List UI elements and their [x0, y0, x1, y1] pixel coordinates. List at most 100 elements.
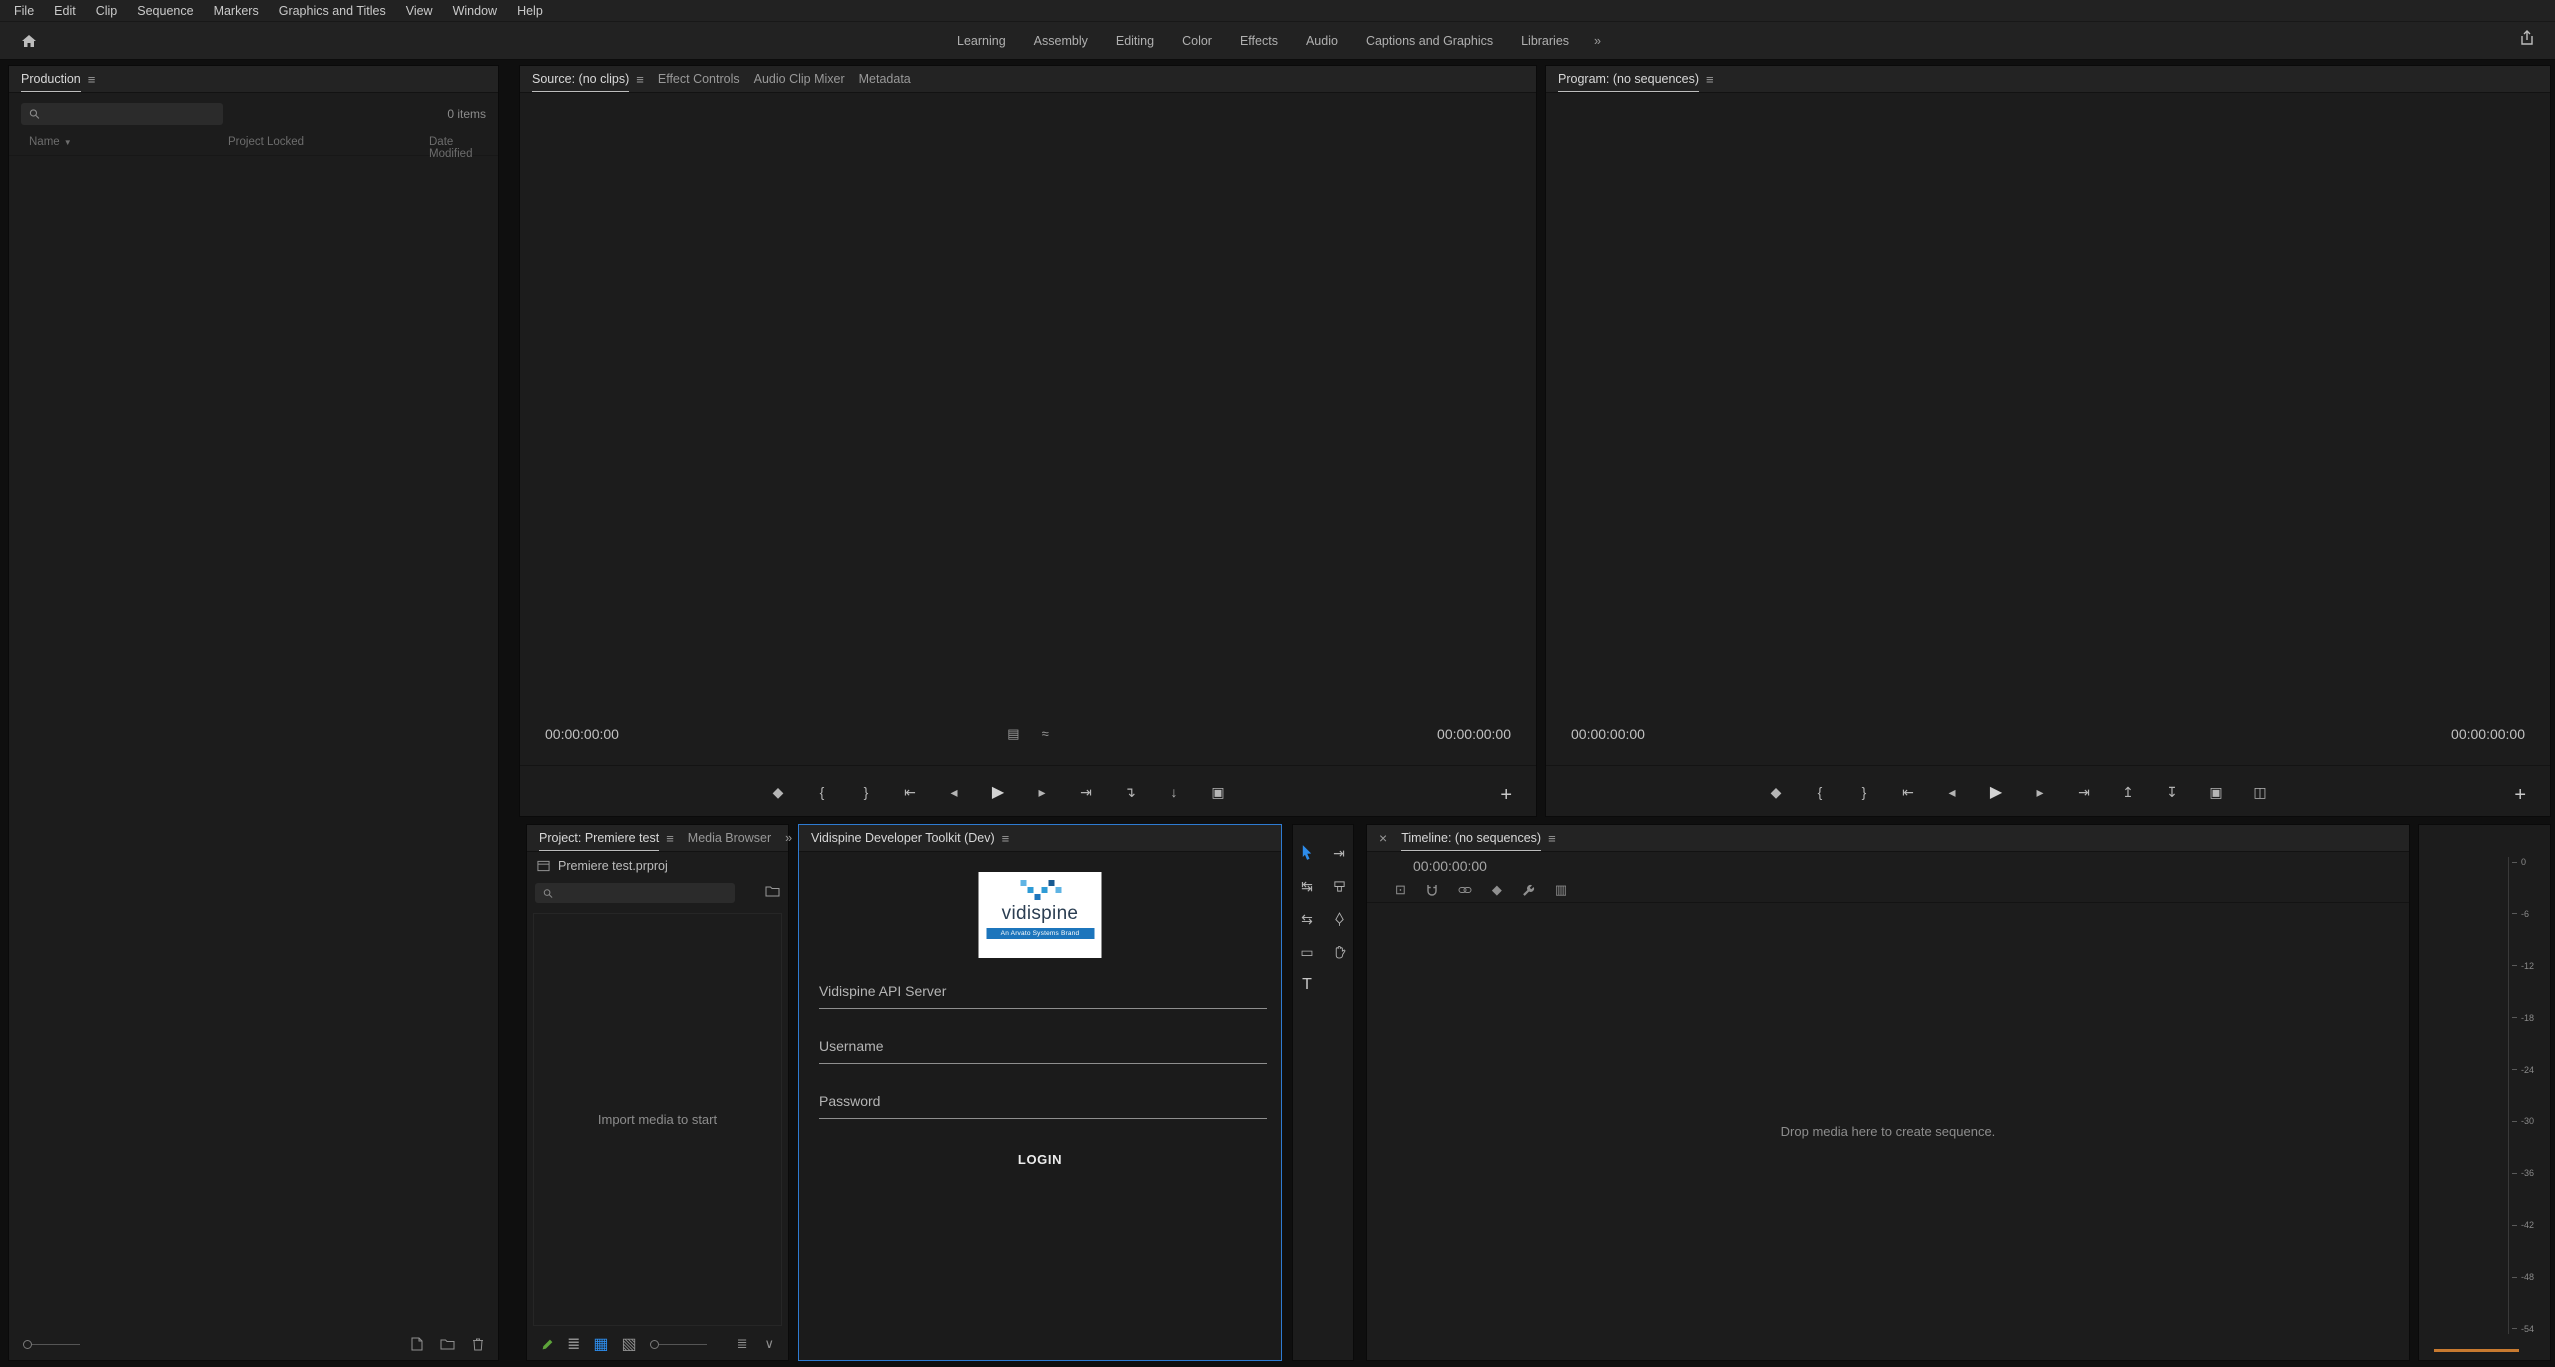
chevron-down-icon[interactable]: ∨	[764, 1336, 774, 1352]
workspace-tab-libraries[interactable]: Libraries	[1508, 34, 1582, 48]
close-panel-icon[interactable]: ×	[1379, 830, 1387, 846]
tab-audio-clip-mixer[interactable]: Audio Clip Mixer	[754, 66, 845, 92]
snap-toggle[interactable]	[1426, 884, 1438, 897]
export-frame-icon[interactable]: ▣	[2206, 784, 2226, 801]
workspace-tab-assembly[interactable]: Assembly	[1021, 34, 1101, 48]
menu-sequence[interactable]: Sequence	[127, 4, 203, 18]
icon-view-button[interactable]: ▦	[593, 1334, 608, 1354]
step-forward-icon[interactable]: ▸	[2030, 784, 2050, 801]
menu-edit[interactable]: Edit	[44, 4, 86, 18]
tab-overflow-icon[interactable]: »	[785, 831, 792, 845]
menu-view[interactable]: View	[396, 4, 443, 18]
play-icon[interactable]: ▶	[988, 782, 1008, 802]
slip-tool[interactable]: ⇆	[1294, 907, 1320, 931]
production-search-input[interactable]	[46, 107, 215, 121]
sort-options-button[interactable]: ≣	[737, 1336, 748, 1352]
column-date-modified[interactable]: Date Modified	[429, 136, 498, 160]
api-server-field[interactable]	[819, 983, 1267, 1009]
tab-media-browser[interactable]: Media Browser	[688, 825, 771, 851]
workspace-tab-effects[interactable]: Effects	[1227, 34, 1291, 48]
panel-menu-icon[interactable]: ≡	[636, 72, 644, 87]
tab-source[interactable]: Source: (no clips) ≡	[532, 66, 644, 92]
new-bin-button[interactable]	[440, 1338, 455, 1350]
nest-toggle-icon[interactable]: ⊡	[1395, 882, 1406, 898]
zoom-knob[interactable]	[650, 1340, 659, 1349]
column-name[interactable]: Name▼	[29, 136, 72, 148]
drag-audio-only-icon[interactable]: ≈	[1042, 726, 1049, 742]
step-back-icon[interactable]: ◂	[1942, 784, 1962, 801]
mark-out-icon[interactable]: }	[1854, 784, 1874, 800]
panel-menu-icon[interactable]: ≡	[1548, 831, 1556, 846]
step-back-icon[interactable]: ◂	[944, 784, 964, 801]
tab-effect-controls[interactable]: Effect Controls	[658, 66, 740, 92]
pen-tool[interactable]	[1326, 907, 1352, 931]
workspace-tab-captions-graphics[interactable]: Captions and Graphics	[1353, 34, 1506, 48]
tab-program[interactable]: Program: (no sequences) ≡	[1558, 66, 1714, 92]
panel-menu-icon[interactable]: ≡	[666, 831, 674, 846]
track-select-forward-tool[interactable]: ⇥	[1326, 841, 1352, 865]
linked-selection-toggle[interactable]	[1458, 885, 1472, 895]
username-field[interactable]	[819, 1038, 1267, 1064]
project-zoom-slider[interactable]	[650, 1340, 707, 1349]
list-view-button[interactable]: ≣	[567, 1334, 580, 1354]
panel-menu-icon[interactable]: ≡	[1002, 831, 1010, 846]
button-editor-plus[interactable]: +	[2514, 785, 2526, 805]
razor-tool[interactable]	[1326, 874, 1352, 898]
freeform-view-button[interactable]: ▧	[622, 1334, 637, 1354]
menu-window[interactable]: Window	[443, 4, 507, 18]
go-to-out-icon[interactable]: ⇥	[1076, 784, 1096, 801]
menu-markers[interactable]: Markers	[204, 4, 269, 18]
mark-in-icon[interactable]: {	[1810, 784, 1830, 800]
ripple-edit-tool[interactable]: ↹	[1294, 874, 1320, 898]
password-input[interactable]	[819, 1093, 1267, 1118]
go-to-in-icon[interactable]: ⇤	[1898, 784, 1918, 801]
project-search-input[interactable]	[559, 886, 727, 900]
source-current-timecode[interactable]: 00:00:00:00	[545, 726, 619, 742]
project-bin-area[interactable]: Import media to start	[533, 913, 782, 1326]
new-search-bin-button[interactable]	[765, 885, 780, 897]
add-marker-icon[interactable]: ◆	[1492, 882, 1502, 898]
project-search-box[interactable]	[535, 883, 735, 903]
go-to-out-icon[interactable]: ⇥	[2074, 784, 2094, 801]
workspace-tab-learning[interactable]: Learning	[944, 34, 1019, 48]
play-icon[interactable]: ▶	[1986, 782, 2006, 802]
hand-tool[interactable]	[1326, 940, 1352, 964]
timeline-timecode[interactable]: 00:00:00:00	[1413, 858, 1487, 874]
export-frame-icon[interactable]: ▣	[1208, 784, 1228, 801]
mark-in-icon[interactable]: {	[812, 784, 832, 800]
panel-menu-icon[interactable]: ≡	[88, 72, 96, 87]
zoom-knob[interactable]	[23, 1340, 32, 1349]
timeline-drop-area[interactable]: Drop media here to create sequence.	[1367, 903, 2409, 1360]
workspace-tab-color[interactable]: Color	[1169, 34, 1225, 48]
username-input[interactable]	[819, 1038, 1267, 1063]
tab-timeline[interactable]: Timeline: (no sequences) ≡	[1401, 825, 1555, 851]
home-button[interactable]	[16, 29, 42, 53]
drag-video-only-icon[interactable]: ▤	[1007, 726, 1019, 742]
workspace-overflow-icon[interactable]: »	[1584, 34, 1611, 48]
comparison-view-icon[interactable]: ◫	[2250, 784, 2270, 801]
tab-project[interactable]: Project: Premiere test ≡	[539, 825, 674, 851]
extract-icon[interactable]: ↧	[2162, 784, 2182, 801]
production-zoom-slider[interactable]	[23, 1340, 80, 1349]
selection-tool[interactable]	[1294, 841, 1320, 865]
add-marker-icon[interactable]: ◆	[768, 784, 788, 801]
step-forward-icon[interactable]: ▸	[1032, 784, 1052, 801]
type-tool[interactable]: T	[1294, 973, 1320, 997]
overwrite-icon[interactable]: ↓	[1164, 784, 1184, 800]
password-field[interactable]	[819, 1093, 1267, 1119]
tab-metadata[interactable]: Metadata	[859, 66, 911, 92]
menu-clip[interactable]: Clip	[86, 4, 128, 18]
program-current-timecode[interactable]: 00:00:00:00	[1571, 726, 1645, 742]
workspace-tab-audio[interactable]: Audio	[1293, 34, 1351, 48]
production-search-box[interactable]	[21, 103, 223, 125]
tab-production[interactable]: Production ≡	[21, 66, 95, 92]
insert-icon[interactable]: ↴	[1120, 784, 1140, 801]
api-server-input[interactable]	[819, 983, 1267, 1008]
new-item-button[interactable]	[411, 1337, 423, 1351]
delete-button[interactable]	[472, 1337, 484, 1351]
panel-menu-icon[interactable]: ≡	[1706, 72, 1714, 87]
tab-vidispine[interactable]: Vidispine Developer Toolkit (Dev) ≡	[811, 825, 1009, 851]
timeline-settings-button[interactable]	[1522, 884, 1535, 897]
menu-file[interactable]: File	[4, 4, 44, 18]
captions-icon[interactable]: ▥	[1555, 882, 1567, 898]
